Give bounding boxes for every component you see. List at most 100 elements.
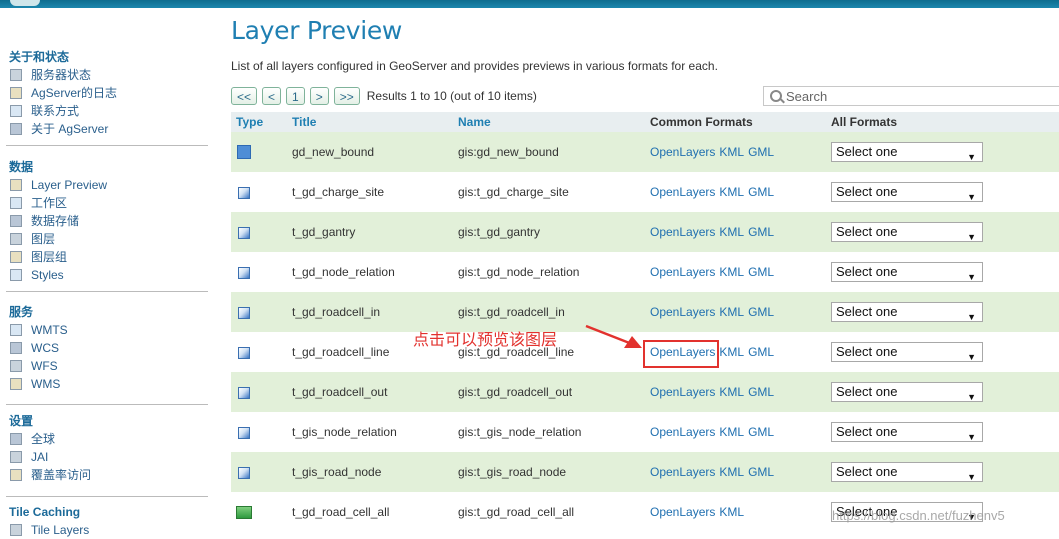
gml-link[interactable]: GML [748,385,774,399]
sidebar-item[interactable]: 覆盖率访问 [0,466,210,484]
sidebar-item[interactable]: 数据存储 [0,212,210,230]
format-select[interactable]: Select one ▼ [831,462,983,482]
sidebar-item[interactable]: 服务器状态 [0,66,210,84]
kml-link[interactable]: KML [719,345,744,359]
sidebar-item[interactable]: Tile Layers [0,521,210,539]
sidebar-item[interactable]: AgServer的日志 [0,84,210,102]
format-select[interactable]: Select one ▼ [831,262,983,282]
kml-link[interactable]: KML [719,465,744,479]
gml-link[interactable]: GML [748,145,774,159]
common-formats-cell: OpenLayers KML GML [650,132,831,172]
kml-link[interactable]: KML [719,225,744,239]
search-input[interactable] [786,88,1046,104]
first-page-button[interactable]: << [231,87,258,105]
gml-link[interactable]: GML [748,225,774,239]
watermark: https://blog.csdn.net/fuzhenv5 [832,508,1005,523]
format-select-value: Select one [836,424,898,439]
type-cell [231,412,292,452]
next-page-button[interactable]: > [309,87,329,105]
openlayers-link[interactable]: OpenLayers [650,505,715,519]
format-select[interactable]: Select one ▼ [831,222,983,242]
sidebar-divider [6,404,208,405]
layer-title: t_gd_roadcell_out [292,372,458,412]
sidebar-item[interactable]: WCS [0,339,210,357]
dropdown-arrow-icon: ▼ [967,272,976,282]
kml-link[interactable]: KML [719,185,744,199]
column-name[interactable]: Name [458,112,650,132]
format-select[interactable]: Select one ▼ [831,302,983,322]
line-layer-icon [238,426,250,439]
page-description: List of all layers configured in GeoServ… [231,59,718,73]
openlayers-link[interactable]: OpenLayers [650,265,715,279]
gml-link[interactable]: GML [748,305,774,319]
column-all-formats: All Formats [831,112,1059,132]
sidebar-item[interactable]: 关于 AgServer [0,120,210,138]
kml-link[interactable]: KML [719,265,744,279]
sidebar-divider [6,496,208,497]
openlayers-link[interactable]: OpenLayers [650,225,715,239]
gml-link[interactable]: GML [748,185,774,199]
kml-link[interactable]: KML [719,425,744,439]
format-select-value: Select one [836,304,898,319]
last-page-button[interactable]: >> [333,87,360,105]
sidebar-item[interactable]: WFS [0,357,210,375]
prev-page-button[interactable]: < [262,87,282,105]
sidebar-item[interactable]: Layer Preview [0,176,210,194]
sidebar-item[interactable]: 全球 [0,430,210,448]
format-select-value: Select one [836,344,898,359]
sidebar-item[interactable]: 图层组 [0,248,210,266]
openlayers-link[interactable]: OpenLayers [650,425,715,439]
format-select[interactable]: Select one ▼ [831,142,983,162]
format-select-value: Select one [836,144,898,159]
all-formats-cell: Select one ▼ [831,332,1059,372]
sidebar-item-label: 图层组 [31,250,68,264]
format-select[interactable]: Select one ▼ [831,382,983,402]
sidebar-item[interactable]: WMS [0,375,210,393]
sidebar-item[interactable]: JAI [0,448,210,466]
openlayers-link[interactable]: OpenLayers [650,385,715,399]
sidebar-item[interactable]: 图层 [0,230,210,248]
wmts-icon [10,324,22,336]
openlayers-link[interactable]: OpenLayers [650,185,715,199]
annotation-text: 点击可以预览该图层 [413,330,558,349]
gml-link[interactable]: GML [748,465,774,479]
openlayers-link[interactable]: OpenLayers [650,305,715,319]
all-formats-cell: Select one ▼ [831,412,1059,452]
format-select-value: Select one [836,184,898,199]
sidebar-item-label: 服务器状态 [31,68,92,82]
common-formats-cell: OpenLayers KML [650,492,831,532]
all-formats-cell: Select one ▼ [831,292,1059,332]
sidebar-item[interactable]: 工作区 [0,194,210,212]
gml-link[interactable]: GML [748,345,774,359]
openlayers-link[interactable]: OpenLayers [650,145,715,159]
layer-name: gis:t_gd_roadcell_out [458,372,650,412]
gml-link[interactable]: GML [748,425,774,439]
kml-link[interactable]: KML [719,305,744,319]
openlayers-link[interactable]: OpenLayers [650,465,715,479]
format-select[interactable]: Select one ▼ [831,422,983,442]
styles-icon [10,269,22,281]
column-type[interactable]: Type [231,112,292,132]
kml-link[interactable]: KML [719,505,744,519]
kml-link[interactable]: KML [719,145,744,159]
sidebar: 关于和状态 服务器状态 AgServer的日志 联系方式 关于 AgServer 数据 La… [0,8,220,537]
column-title[interactable]: Title [292,112,458,132]
format-select[interactable]: Select one ▼ [831,182,983,202]
tile-layers-icon [10,524,22,536]
sidebar-section-3: 设置 全球 JAI 覆盖率访问 [0,412,210,484]
dropdown-arrow-icon: ▼ [967,192,976,202]
dropdown-arrow-icon: ▼ [967,352,976,362]
kml-link[interactable]: KML [719,385,744,399]
sidebar-item-label: 图层 [31,232,56,246]
sidebar-item[interactable]: Styles [0,266,210,284]
type-cell [231,372,292,412]
sidebar-item[interactable]: 联系方式 [0,102,210,120]
table-row: t_gis_road_node gis:t_gis_road_node OpenLa… [231,452,1059,492]
gml-link[interactable]: GML [748,265,774,279]
page-1-button[interactable]: 1 [286,87,305,105]
sidebar-item[interactable]: WMTS [0,321,210,339]
line-layer-icon [238,346,250,359]
sidebar-section-1: 数据 Layer Preview 工作区 数据存储 图层 图层组 Styles [0,158,210,284]
polygon-layer-icon [237,145,251,160]
format-select[interactable]: Select one ▼ [831,342,983,362]
